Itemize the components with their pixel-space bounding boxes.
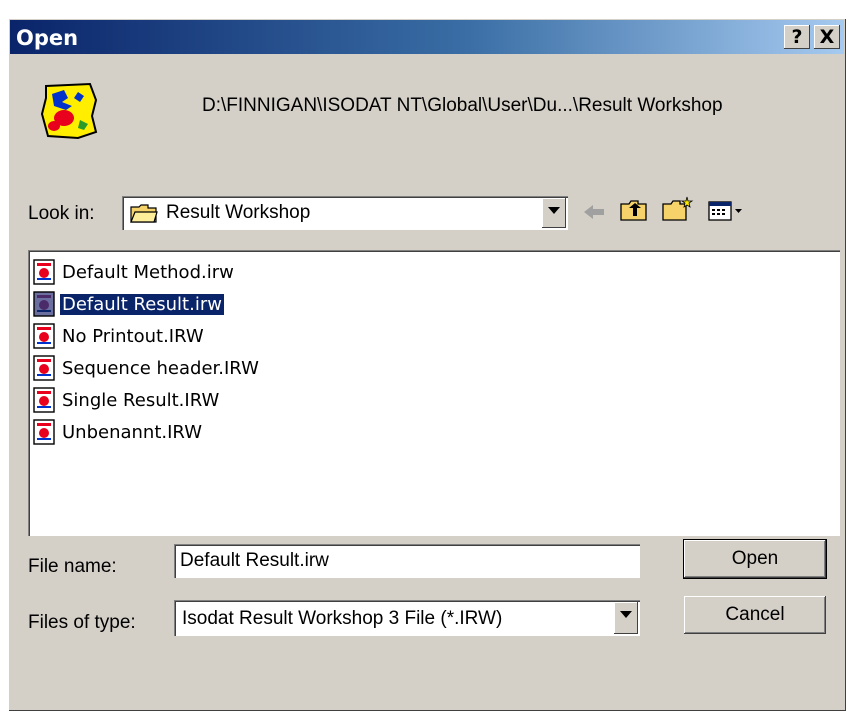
look-in-value: Result Workshop [166,202,311,223]
file-item-unbenannt[interactable]: Unbenannt.IRW [32,418,204,446]
file-name-field-label: File name: [28,556,117,577]
irw-file-icon [32,291,56,317]
file-item-sequence-header[interactable]: Sequence header.IRW [32,354,261,382]
file-name-label: Single Result.IRW [62,389,220,411]
app-map-icon [38,80,100,142]
files-of-type-dropdown-button[interactable] [614,602,638,634]
look-in-dropdown[interactable]: Result Workshop [122,196,568,230]
current-path-label: D:\FINNIGAN\ISODAT NT\Global\User\Du...\… [202,95,723,116]
folder-icon [130,203,158,228]
files-of-type-value: Isodat Result Workshop 3 File (*.IRW) [182,608,503,629]
cancel-button[interactable]: Cancel [684,596,826,634]
file-name-label: Default Result.irw [60,293,224,315]
help-button[interactable]: ? [784,25,810,49]
file-item-no-printout[interactable]: No Printout.IRW [32,322,206,350]
file-name-label: Sequence header.IRW [62,357,259,379]
file-list[interactable]: Default Method.irw Default Result.irw No… [28,250,840,536]
view-menu-icon[interactable] [708,200,744,227]
file-item-single-result[interactable]: Single Result.IRW [32,386,221,414]
open-dialog: Open ? X D:\FINNIGAN\ISODAT NT\Global\Us… [8,18,846,711]
irw-file-icon [32,323,56,349]
file-name-label: No Printout.IRW [62,325,204,347]
irw-file-icon [32,355,56,381]
irw-file-icon [32,419,56,445]
dialog-title: Open [16,26,79,50]
irw-file-icon [32,387,56,413]
back-arrow-icon[interactable] [582,202,606,227]
file-name-input[interactable]: Default Result.irw [174,544,640,578]
file-name-label: Unbenannt.IRW [62,421,203,443]
files-of-type-label: Files of type: [28,612,136,633]
chevron-down-icon [548,207,560,214]
close-button[interactable]: X [814,25,840,49]
file-item-default-method[interactable]: Default Method.irw [32,258,236,286]
chevron-down-icon [620,611,632,618]
open-button[interactable]: Open [683,539,827,579]
look-in-label: Look in: [28,203,95,224]
files-of-type-dropdown[interactable]: Isodat Result Workshop 3 File (*.IRW) [174,600,640,636]
new-folder-icon[interactable] [662,196,694,227]
title-bar[interactable]: Open ? X [10,20,844,54]
irw-file-icon [32,259,56,285]
look-in-dropdown-button[interactable] [542,198,566,228]
file-name-value: Default Result.irw [180,550,329,571]
up-folder-icon[interactable] [620,198,648,227]
file-name-label: Default Method.irw [62,261,234,283]
file-item-default-result[interactable]: Default Result.irw [32,290,224,318]
